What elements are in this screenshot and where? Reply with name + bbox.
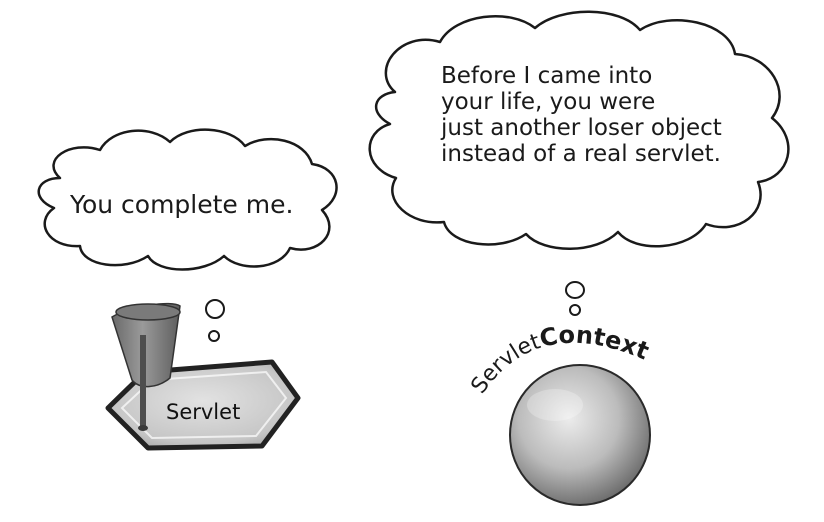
left-thought-bubble xyxy=(37,128,338,342)
right-bubble-line: just another loser object xyxy=(441,115,722,141)
servlet-object xyxy=(105,302,301,451)
thought-dot-small-left xyxy=(208,330,220,342)
right-bubble-line: Before I came into xyxy=(441,63,653,89)
servlet-label: Servlet xyxy=(166,400,241,424)
thought-dot-small-right xyxy=(569,304,581,316)
context-label-suffix: Context xyxy=(537,321,653,366)
left-bubble-text: You complete me. xyxy=(70,190,294,219)
servlet-context-object xyxy=(509,364,651,506)
thought-dot-large-right xyxy=(565,281,585,299)
context-sphere xyxy=(509,364,651,506)
right-bubble-line: instead of a real servlet. xyxy=(441,141,721,167)
right-bubble-text: Before I came into your life, you were j… xyxy=(441,63,722,167)
thought-dot-large-left xyxy=(205,299,225,319)
right-bubble-line: your life, you were xyxy=(441,89,656,115)
